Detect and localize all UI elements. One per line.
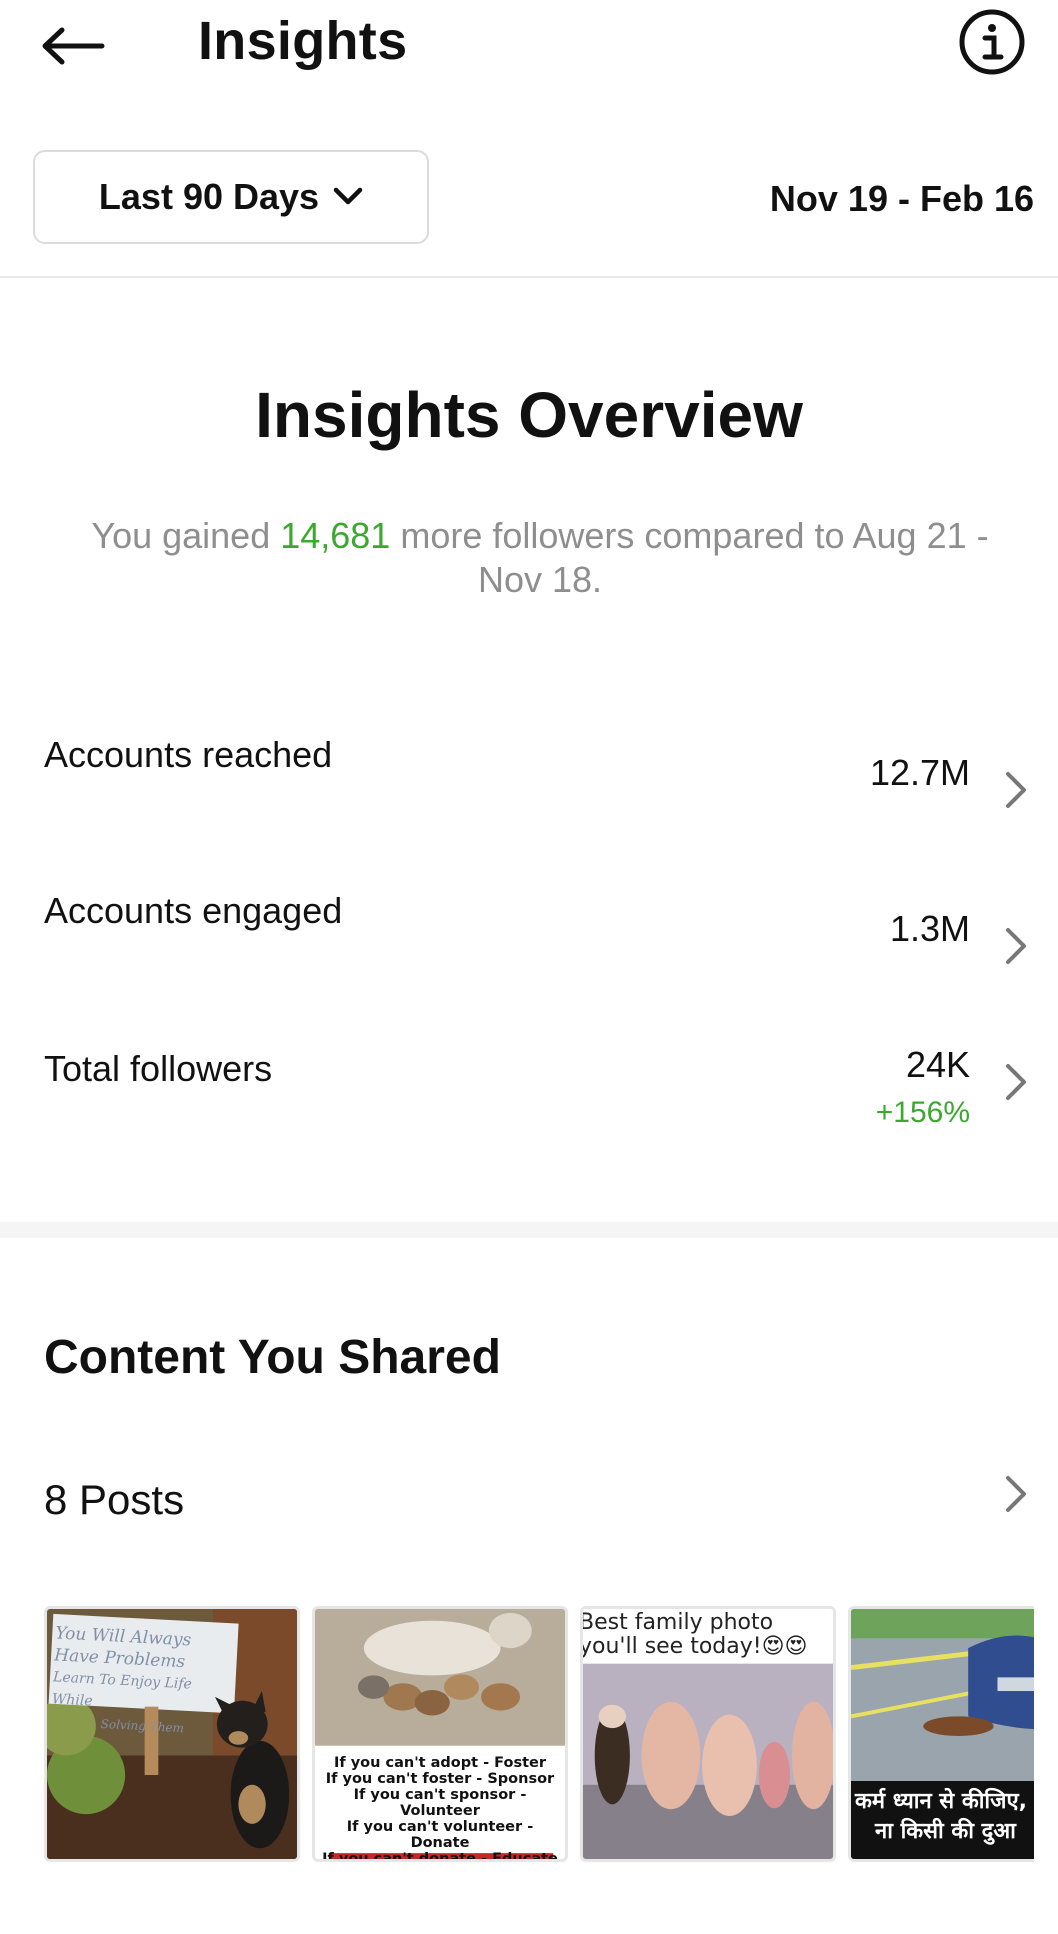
post-thumbnail[interactable]: You Will Always Have Problems Learn To E… bbox=[44, 1606, 300, 1862]
date-filter-row: Last 90 Days Nov 19 - Feb 16 bbox=[0, 150, 1058, 246]
overview-title: Insights Overview bbox=[255, 379, 803, 451]
post-thumbnail[interactable]: कर्म ध्यान से कीजिए, ना किसी की दुआ bbox=[848, 1606, 1034, 1862]
follower-gain-summary: You gained 14,681 more followers compare… bbox=[90, 514, 990, 602]
arrow-left-icon bbox=[42, 27, 105, 65]
post-caption: Best family photo you'll see today!😍😍 bbox=[580, 1610, 808, 1659]
metric-label: Accounts engaged bbox=[44, 890, 343, 931]
caption-line: ना किसी की दुआ bbox=[875, 1819, 1016, 1844]
caption-line: If you can't foster - Sponsor bbox=[325, 1771, 555, 1787]
metric-value: 12.7M bbox=[869, 752, 970, 793]
metric-label: Total followers bbox=[44, 1048, 273, 1089]
chevron-right-icon bbox=[1006, 1476, 1026, 1512]
metric-label: Accounts reached bbox=[44, 734, 333, 775]
metric-row-accounts-engaged[interactable]: Accounts engaged 1.3M bbox=[0, 876, 1058, 986]
post-thumbnail[interactable]: Best family photo you'll see today!😍😍 bbox=[580, 1606, 836, 1862]
caption-line: If you can't adopt - Foster bbox=[333, 1755, 547, 1771]
caption-line: Best family photo bbox=[580, 1610, 774, 1635]
posts-count-label: 8 Posts bbox=[44, 1476, 185, 1523]
caption-line: If you can't sponsor - Volunteer bbox=[353, 1787, 527, 1819]
posts-row[interactable]: 8 Posts bbox=[0, 1462, 1058, 1542]
metric-change: +156% bbox=[875, 1096, 970, 1129]
metric-value: 1.3M bbox=[889, 908, 970, 949]
info-button[interactable] bbox=[958, 8, 1026, 76]
content-section-title: Content You Shared bbox=[44, 1331, 501, 1384]
sign-text-line: Learn To Enjoy Life While bbox=[51, 1669, 193, 1710]
metric-row-total-followers[interactable]: Total followers 24K +156% bbox=[0, 1040, 1058, 1150]
chevron-right-icon bbox=[1006, 928, 1026, 964]
info-circle-icon bbox=[959, 9, 1025, 75]
post-caption: If you can't adopt - Foster If you can't… bbox=[315, 1755, 565, 1862]
back-button[interactable] bbox=[40, 18, 120, 74]
sign-text: You Will Always Have Problems Learn To E… bbox=[50, 1622, 236, 1741]
divider bbox=[0, 276, 1058, 278]
metric-value: 24K bbox=[905, 1044, 970, 1085]
post-caption: कर्म ध्यान से कीजिए, ना किसी की दुआ bbox=[851, 1781, 1034, 1859]
top-bar: Insights bbox=[0, 0, 1058, 90]
caption-line: If you can't volunteer - Donate bbox=[346, 1819, 534, 1851]
date-range-dropdown[interactable]: Last 90 Days bbox=[33, 150, 429, 244]
post-thumbnails: You Will Always Have Problems Learn To E… bbox=[44, 1606, 1034, 1862]
post-thumbnail[interactable]: If you can't adopt - Foster If you can't… bbox=[312, 1606, 568, 1862]
caption-line: If you can't donate - Educate bbox=[322, 1851, 558, 1862]
summary-prefix: You gained bbox=[91, 515, 281, 556]
followers-gained-value: 14,681 bbox=[280, 515, 391, 556]
caption-line: you'll see today!😍😍 bbox=[580, 1634, 808, 1659]
metric-row-accounts-reached[interactable]: Accounts reached 12.7M bbox=[0, 722, 1058, 832]
caption-line: कर्म ध्यान से कीजिए, bbox=[855, 1789, 1027, 1814]
chevron-right-icon bbox=[1006, 1064, 1026, 1100]
date-range-dropdown-label: Last 90 Days bbox=[98, 176, 320, 217]
chevron-down-icon bbox=[333, 187, 363, 205]
section-divider bbox=[0, 1222, 1058, 1238]
summary-suffix: more followers compared to Aug 21 - Nov … bbox=[390, 515, 989, 600]
date-range-text: Nov 19 - Feb 16 bbox=[769, 178, 1034, 219]
chevron-right-icon bbox=[1006, 772, 1026, 808]
page-title: Insights bbox=[198, 11, 408, 71]
